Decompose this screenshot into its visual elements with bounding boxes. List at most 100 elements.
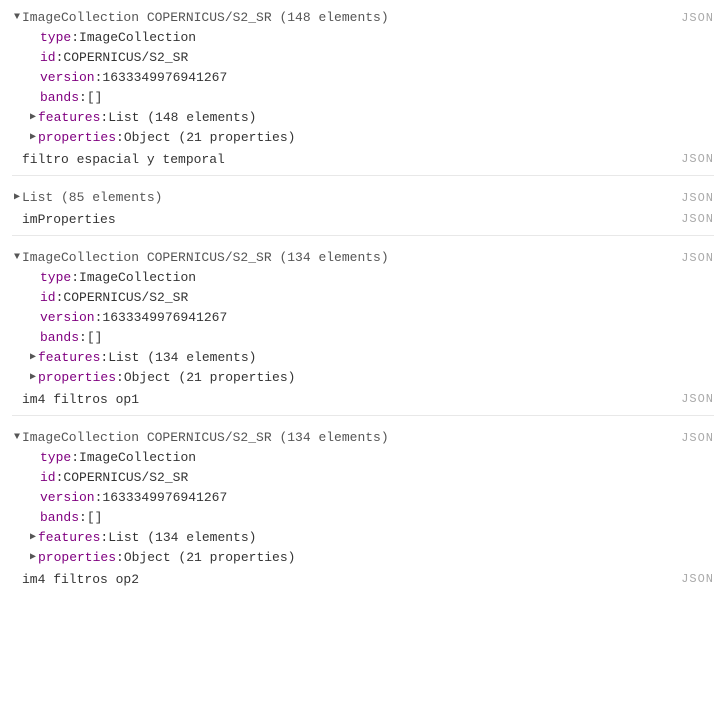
property-value: [] (87, 508, 103, 528)
property-row[interactable]: ▶properties: Object (21 properties) (40, 128, 714, 148)
property-row[interactable]: ▶features: List (134 elements) (40, 528, 714, 548)
expand-triangle-right-icon[interactable]: ▶ (28, 528, 38, 548)
expand-triangle-down-icon[interactable]: ▼ (12, 248, 22, 268)
json-link[interactable]: JSON (673, 8, 714, 28)
expand-triangle-right-icon[interactable]: ▶ (28, 548, 38, 568)
property-key: properties (38, 548, 116, 568)
property-value: ImageCollection (79, 268, 196, 288)
label-text: imProperties (22, 212, 673, 227)
print-label: im4 filtros op2JSON (12, 568, 714, 589)
property-key: bands (40, 508, 79, 528)
colon-separator: : (95, 308, 103, 328)
property-row[interactable]: ▶features: List (134 elements) (40, 348, 714, 368)
property-key: features (38, 348, 100, 368)
property-row[interactable]: ▶properties: Object (21 properties) (40, 548, 714, 568)
property-row: type: ImageCollection (40, 28, 714, 48)
expand-triangle-right-icon[interactable]: ▶ (28, 348, 38, 368)
property-key: version (40, 308, 95, 328)
object-header[interactable]: ▼ImageCollection COPERNICUS/S2_SR (148 e… (12, 8, 714, 28)
expand-triangle-right-icon[interactable]: ▶ (28, 128, 38, 148)
label-text: im4 filtros op1 (22, 392, 673, 407)
property-row: id: COPERNICUS/S2_SR (40, 48, 714, 68)
property-value: List (148 elements) (108, 108, 256, 128)
json-link[interactable]: JSON (673, 428, 714, 448)
property-value: Object (21 properties) (124, 368, 296, 388)
colon-separator: : (79, 88, 87, 108)
property-key: type (40, 448, 71, 468)
colon-separator: : (100, 108, 108, 128)
property-key: version (40, 488, 95, 508)
object-summary: ImageCollection COPERNICUS/S2_SR (148 el… (22, 8, 673, 28)
property-value: COPERNICUS/S2_SR (63, 288, 188, 308)
property-value: COPERNICUS/S2_SR (63, 48, 188, 68)
expand-triangle-down-icon[interactable]: ▼ (12, 428, 22, 448)
property-key: bands (40, 88, 79, 108)
property-value: 1633349976941267 (102, 488, 227, 508)
object-summary: ImageCollection COPERNICUS/S2_SR (134 el… (22, 428, 673, 448)
colon-separator: : (95, 68, 103, 88)
output-block: ▶List (85 elements)JSONimPropertiesJSON (12, 188, 714, 236)
property-key: id (40, 288, 56, 308)
json-link[interactable]: JSON (673, 188, 714, 208)
label-text: filtro espacial y temporal (22, 152, 673, 167)
colon-separator: : (79, 508, 87, 528)
object-header[interactable]: ▶List (85 elements)JSON (12, 188, 714, 208)
property-row: version: 1633349976941267 (40, 308, 714, 328)
colon-separator: : (56, 468, 64, 488)
property-key: version (40, 68, 95, 88)
object-header[interactable]: ▼ImageCollection COPERNICUS/S2_SR (134 e… (12, 428, 714, 448)
object-properties: type: ImageCollectionid: COPERNICUS/S2_S… (12, 448, 714, 568)
colon-separator: : (56, 288, 64, 308)
json-link[interactable]: JSON (673, 572, 714, 587)
property-row: bands: [] (40, 328, 714, 348)
colon-separator: : (116, 368, 124, 388)
property-row: version: 1633349976941267 (40, 68, 714, 88)
property-value: COPERNICUS/S2_SR (63, 468, 188, 488)
colon-separator: : (100, 348, 108, 368)
expand-triangle-right-icon[interactable]: ▶ (28, 368, 38, 388)
property-key: features (38, 528, 100, 548)
colon-separator: : (56, 48, 64, 68)
object-summary: List (85 elements) (22, 188, 673, 208)
property-value: 1633349976941267 (102, 308, 227, 328)
property-row: version: 1633349976941267 (40, 488, 714, 508)
property-row: id: COPERNICUS/S2_SR (40, 468, 714, 488)
expand-triangle-down-icon[interactable]: ▼ (12, 8, 22, 28)
property-row: id: COPERNICUS/S2_SR (40, 288, 714, 308)
property-row[interactable]: ▶properties: Object (21 properties) (40, 368, 714, 388)
output-block: ▼ImageCollection COPERNICUS/S2_SR (134 e… (12, 248, 714, 416)
colon-separator: : (71, 268, 79, 288)
property-value: List (134 elements) (108, 348, 256, 368)
colon-separator: : (100, 528, 108, 548)
object-properties: type: ImageCollectionid: COPERNICUS/S2_S… (12, 28, 714, 148)
object-header[interactable]: ▼ImageCollection COPERNICUS/S2_SR (134 e… (12, 248, 714, 268)
object-properties: type: ImageCollectionid: COPERNICUS/S2_S… (12, 268, 714, 388)
print-label: im4 filtros op1JSON (12, 388, 714, 409)
colon-separator: : (116, 548, 124, 568)
label-text: im4 filtros op2 (22, 572, 673, 587)
json-link[interactable]: JSON (673, 212, 714, 227)
expand-triangle-right-icon[interactable]: ▶ (12, 188, 22, 208)
json-link[interactable]: JSON (673, 248, 714, 268)
property-key: features (38, 108, 100, 128)
property-key: bands (40, 328, 79, 348)
property-key: properties (38, 368, 116, 388)
output-block: ▼ImageCollection COPERNICUS/S2_SR (134 e… (12, 428, 714, 595)
colon-separator: : (71, 28, 79, 48)
property-row: bands: [] (40, 508, 714, 528)
property-row[interactable]: ▶features: List (148 elements) (40, 108, 714, 128)
json-link[interactable]: JSON (673, 392, 714, 407)
property-row: bands: [] (40, 88, 714, 108)
colon-separator: : (95, 488, 103, 508)
console-output: ▼ImageCollection COPERNICUS/S2_SR (148 e… (12, 8, 714, 595)
json-link[interactable]: JSON (673, 152, 714, 167)
property-value: ImageCollection (79, 28, 196, 48)
colon-separator: : (79, 328, 87, 348)
colon-separator: : (116, 128, 124, 148)
property-value: Object (21 properties) (124, 128, 296, 148)
colon-separator: : (71, 448, 79, 468)
print-label: imPropertiesJSON (12, 208, 714, 229)
expand-triangle-right-icon[interactable]: ▶ (28, 108, 38, 128)
print-label: filtro espacial y temporalJSON (12, 148, 714, 169)
property-value: ImageCollection (79, 448, 196, 468)
